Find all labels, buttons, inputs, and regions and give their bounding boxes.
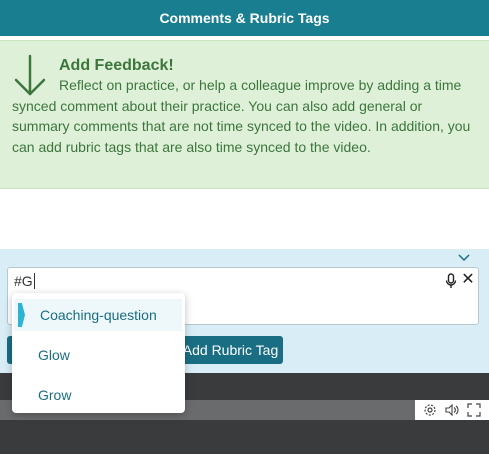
settings-icon[interactable]: [423, 403, 437, 417]
add-feedback-alert: Add Feedback! Reflect on practice, or he…: [0, 40, 489, 189]
volume-icon[interactable]: [445, 403, 459, 417]
add-rubric-tag-label: Add Rubric Tag: [182, 342, 279, 358]
active-item-marker: [18, 303, 25, 327]
video-controls: [415, 400, 489, 420]
microphone-icon[interactable]: [445, 273, 457, 289]
panel-header: Comments & Rubric Tags: [0, 0, 489, 36]
rubric-tag-suggestions: Coaching-question Glow Grow: [12, 293, 185, 413]
fullscreen-icon[interactable]: [467, 403, 481, 417]
comment-input-value[interactable]: #G: [14, 273, 35, 289]
feedback-description: Reflect on practice, or help a colleague…: [12, 77, 471, 155]
chevron-down-icon[interactable]: [458, 254, 470, 262]
suggestion-label: Coaching-question: [40, 307, 157, 323]
suggestion-coaching-question[interactable]: Coaching-question: [14, 299, 182, 331]
close-icon[interactable]: ✕: [461, 270, 475, 290]
feedback-title: Add Feedback!: [59, 57, 174, 74]
suggestion-label: Grow: [38, 387, 72, 403]
suggestion-grow[interactable]: Grow: [12, 379, 185, 411]
panel-title: Comments & Rubric Tags: [159, 10, 330, 26]
video-player-footer: [0, 420, 489, 454]
suggestion-label: Glow: [38, 347, 70, 363]
add-rubric-tag-button[interactable]: Add Rubric Tag: [178, 336, 283, 364]
suggestion-glow[interactable]: Glow: [12, 339, 185, 371]
